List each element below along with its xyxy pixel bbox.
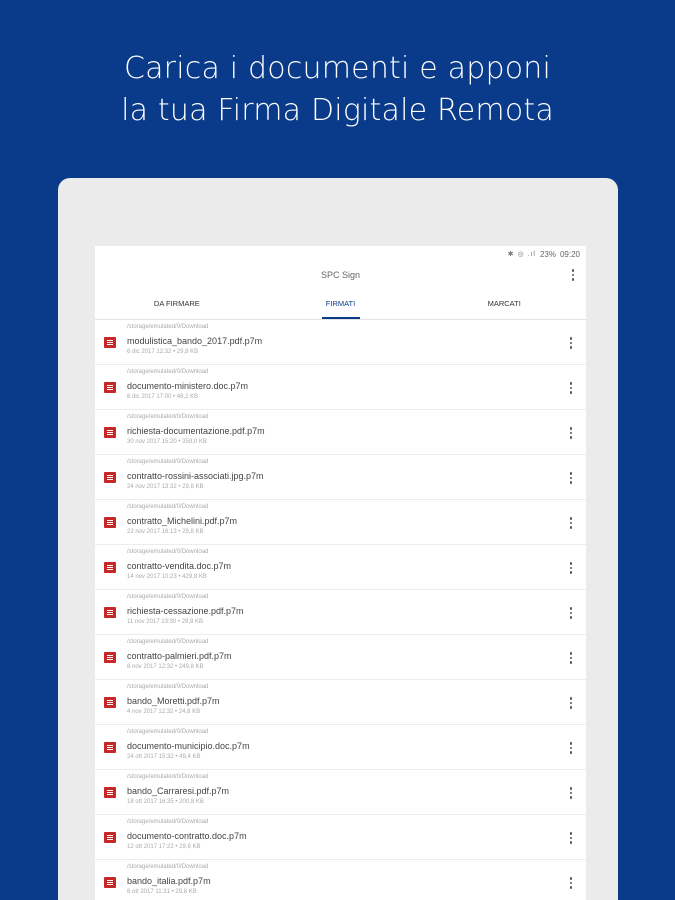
list-item[interactable]: /storage/emulated/0/Download richiesta-do… xyxy=(95,410,586,455)
file-name: contratto-palmieri.pdf.p7m xyxy=(127,651,232,661)
more-vert-icon[interactable] xyxy=(566,604,576,622)
file-name: documento-municipio.doc.p7m xyxy=(127,741,250,751)
more-vert-icon[interactable] xyxy=(566,694,576,712)
status-icons: ✱ ◎ .ıl xyxy=(507,251,536,258)
promo-headline: Carica i documenti e apponi la tua Firma… xyxy=(0,48,675,132)
file-path: /storage/emulated/0/Download xyxy=(127,729,209,735)
file-path: /storage/emulated/0/Download xyxy=(127,639,209,645)
file-name: modulistica_bando_2017.pdf.p7m xyxy=(127,336,263,346)
file-name: documento-ministero.doc.p7m xyxy=(127,381,249,391)
file-path: /storage/emulated/0/Download xyxy=(127,684,209,690)
battery-level: 23% xyxy=(539,249,556,259)
file-path: /storage/emulated/0/Download xyxy=(127,819,209,825)
signed-file-icon xyxy=(104,832,116,843)
file-meta: 24 ott 2017 15:32 • 49,4 KB xyxy=(127,754,201,760)
file-meta: 6 dic 2017 17:00 • 48,2 KB xyxy=(127,394,199,400)
signed-file-icon xyxy=(104,382,116,393)
list-item[interactable]: /storage/emulated/0/Download documento-co… xyxy=(95,815,586,860)
file-name: bando_Carraresi.pdf.p7m xyxy=(127,786,230,796)
signed-file-icon xyxy=(104,652,116,663)
file-path: /storage/emulated/0/Download xyxy=(127,549,209,555)
status-time: 09:20 xyxy=(559,249,580,259)
file-name: contratto_Michelini.pdf.p7m xyxy=(127,516,238,526)
more-vert-icon[interactable] xyxy=(566,874,576,892)
file-meta: 14 nov 2017 10:23 • 429,8 KB xyxy=(127,574,207,580)
app-bar: SPC Sign xyxy=(95,262,586,288)
more-vert-icon[interactable] xyxy=(566,739,576,757)
file-meta: 30 nov 2017 15:20 • 359,0 KB xyxy=(127,439,207,445)
file-meta: 18 ott 2017 16:35 • 200,8 KB xyxy=(127,799,204,805)
file-name: documento-contratto.doc.p7m xyxy=(127,831,247,841)
more-vert-icon[interactable] xyxy=(566,559,576,577)
app-title: SPC Sign xyxy=(320,270,361,280)
list-item[interactable]: /storage/emulated/0/Download contratto-ve… xyxy=(95,545,586,590)
file-meta: 6 dic 2017 12:32 • 29,8 KB xyxy=(127,349,199,355)
tab-marcati[interactable]: MARCATI xyxy=(422,288,586,319)
tab-firmati[interactable]: FIRMATI xyxy=(259,288,423,319)
file-path: /storage/emulated/0/Download xyxy=(127,414,209,420)
file-meta: 12 ott 2017 17:22 • 29,8 KB xyxy=(127,844,201,850)
signed-file-icon xyxy=(104,742,116,753)
more-vert-icon[interactable] xyxy=(566,334,576,352)
list-item[interactable]: /storage/emulated/0/Download richiesta-ce… xyxy=(95,590,586,635)
file-list: /storage/emulated/0/Download modulistica_… xyxy=(95,320,586,900)
more-vert-icon[interactable] xyxy=(566,469,576,487)
more-vert-icon[interactable] xyxy=(568,266,578,284)
signed-file-icon xyxy=(104,607,116,618)
more-vert-icon[interactable] xyxy=(566,784,576,802)
file-name: richiesta-documentazione.pdf.p7m xyxy=(127,426,265,436)
signed-file-icon xyxy=(104,697,116,708)
file-name: contratto-vendita.doc.p7m xyxy=(127,561,232,571)
file-path: /storage/emulated/0/Download xyxy=(127,459,209,465)
file-meta: 24 nov 2017 13:32 • 29,8 KB xyxy=(127,484,204,490)
file-path: /storage/emulated/0/Download xyxy=(127,774,209,780)
file-meta: 8 ott 2017 11:31 • 29,8 KB xyxy=(127,889,197,895)
signed-file-icon xyxy=(104,562,116,573)
file-name: bando_Moretti.pdf.p7m xyxy=(127,696,220,706)
list-item[interactable]: /storage/emulated/0/Download modulistica_… xyxy=(95,320,586,365)
file-name: contratto-rossini-associati.jpg.p7m xyxy=(127,471,264,481)
list-item[interactable]: /storage/emulated/0/Download contratto_Mi… xyxy=(95,500,586,545)
list-item[interactable]: /storage/emulated/0/Download bando_Carrar… xyxy=(95,770,586,815)
list-item[interactable]: /storage/emulated/0/Download documento-mu… xyxy=(95,725,586,770)
more-vert-icon[interactable] xyxy=(566,829,576,847)
signed-file-icon xyxy=(104,427,116,438)
headline-line-1: Carica i documenti e apponi xyxy=(123,51,552,86)
file-path: /storage/emulated/0/Download xyxy=(127,594,209,600)
signed-file-icon xyxy=(104,337,116,348)
tab-bar: DA FIRMARE FIRMATI MARCATI xyxy=(95,288,586,320)
file-path: /storage/emulated/0/Download xyxy=(127,369,209,375)
list-item[interactable]: /storage/emulated/0/Download documento-mi… xyxy=(95,365,586,410)
headline-line-2: la tua Firma Digitale Remota xyxy=(121,93,554,128)
file-meta: 22 nov 2017 16:13 • 29,8 KB xyxy=(127,529,204,535)
file-meta: 11 nov 2017 13:30 • 29,8 KB xyxy=(127,619,204,625)
file-path: /storage/emulated/0/Download xyxy=(127,864,209,870)
signed-file-icon xyxy=(104,787,116,798)
file-meta: 8 nov 2017 12:32 • 249,8 KB xyxy=(127,664,204,670)
tab-da-firmare[interactable]: DA FIRMARE xyxy=(95,288,259,319)
more-vert-icon[interactable] xyxy=(566,379,576,397)
signed-file-icon xyxy=(104,517,116,528)
more-vert-icon[interactable] xyxy=(566,424,576,442)
file-path: /storage/emulated/0/Download xyxy=(127,324,209,330)
signed-file-icon xyxy=(104,877,116,888)
app-screen: ✱ ◎ .ıl 23% 09:20 SPC Sign DA FIRMARE FIR… xyxy=(95,246,586,900)
status-bar: ✱ ◎ .ıl 23% 09:20 xyxy=(95,246,586,262)
file-meta: 4 nov 2017 12:32 • 24,8 KB xyxy=(127,709,201,715)
file-name: richiesta-cessazione.pdf.p7m xyxy=(127,606,244,616)
file-path: /storage/emulated/0/Download xyxy=(127,504,209,510)
list-item[interactable]: /storage/emulated/0/Download contratto-pa… xyxy=(95,635,586,680)
list-item[interactable]: /storage/emulated/0/Download bando_italia… xyxy=(95,860,586,900)
signed-file-icon xyxy=(104,472,116,483)
list-item[interactable]: /storage/emulated/0/Download contratto-ro… xyxy=(95,455,586,500)
list-item[interactable]: /storage/emulated/0/Download bando_Morett… xyxy=(95,680,586,725)
more-vert-icon[interactable] xyxy=(566,514,576,532)
more-vert-icon[interactable] xyxy=(566,649,576,667)
file-name: bando_italia.pdf.p7m xyxy=(127,876,211,886)
